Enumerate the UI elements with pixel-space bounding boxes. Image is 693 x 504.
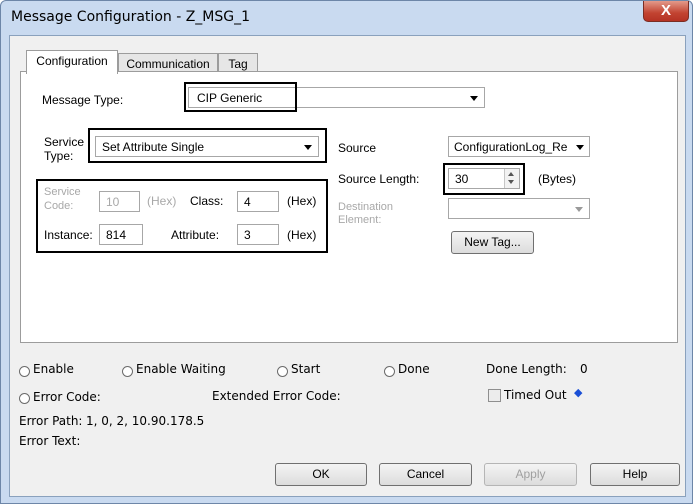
service-code-label-line2: Code:	[44, 200, 74, 212]
chevron-down-icon	[304, 145, 312, 150]
start-label: Start	[291, 362, 321, 376]
timed-out-label: Timed Out	[504, 388, 567, 402]
service-type-select[interactable]: Set Attribute Single	[95, 136, 319, 157]
enable-label: Enable	[33, 362, 74, 376]
enable-indicator	[19, 366, 30, 377]
attribute-unit: (Hex)	[287, 228, 317, 242]
attribute-label: Attribute:	[171, 228, 220, 242]
help-button[interactable]: Help	[590, 463, 680, 486]
source-value: ConfigurationLog_Re	[454, 140, 568, 154]
message-type-label: Message Type:	[42, 93, 124, 107]
error-text-label: Error Text:	[19, 434, 81, 448]
timed-out-checkbox	[488, 389, 501, 402]
class-field[interactable]: 4	[237, 191, 279, 212]
service-type-label-line1: Service	[44, 135, 85, 149]
apply-button[interactable]: Apply	[484, 463, 577, 486]
window-title: Message Configuration - Z_MSG_1	[11, 9, 251, 25]
done-length-value: 0	[580, 362, 588, 376]
done-length-label: Done Length:	[486, 362, 567, 376]
source-label: Source	[338, 141, 377, 155]
error-path-label: Error Path:	[19, 414, 83, 428]
message-type-select[interactable]: CIP Generic	[188, 87, 485, 108]
class-label: Class:	[190, 194, 224, 208]
source-length-field[interactable]: 30	[448, 168, 520, 189]
source-length-unit: (Bytes)	[538, 172, 577, 186]
chevron-down-icon	[470, 96, 478, 101]
attribute-field[interactable]: 3	[237, 224, 279, 245]
done-indicator	[384, 366, 395, 377]
destination-element-select[interactable]	[448, 198, 590, 219]
timed-out-arrow-icon: ◆	[574, 386, 583, 399]
class-unit: (Hex)	[287, 194, 317, 208]
enable-waiting-label: Enable Waiting	[136, 362, 226, 376]
ok-button[interactable]: OK	[275, 463, 367, 486]
service-code-field[interactable]: 10	[99, 191, 140, 212]
enable-waiting-indicator	[122, 366, 133, 377]
source-length-value: 30	[455, 172, 469, 186]
source-length-label: Source Length:	[338, 172, 420, 186]
instance-label: Instance:	[44, 228, 93, 242]
start-indicator	[277, 366, 288, 377]
error-code-indicator	[19, 393, 30, 404]
destination-label-line1: Destination	[338, 201, 394, 213]
done-label: Done	[398, 362, 430, 376]
chevron-down-icon	[576, 145, 584, 150]
spin-up-icon	[508, 172, 514, 176]
service-type-value: Set Attribute Single	[102, 140, 205, 154]
new-tag-button[interactable]: New Tag...	[451, 231, 534, 254]
instance-field[interactable]: 814	[99, 224, 143, 245]
tab-configuration[interactable]: Configuration	[26, 50, 118, 74]
error-code-label: Error Code:	[33, 390, 101, 404]
error-path-value: 1, 0, 2, 10.90.178.5	[86, 414, 205, 428]
source-select[interactable]: ConfigurationLog_Re	[448, 136, 590, 157]
destination-label-line2: Element:	[338, 214, 382, 226]
service-code-label-line1: Service	[44, 186, 81, 198]
message-type-value: CIP Generic	[197, 91, 263, 105]
spin-down-icon	[508, 180, 514, 184]
service-type-label-line2: Type:	[44, 149, 74, 163]
service-code-unit: (Hex)	[147, 194, 177, 208]
title-bar[interactable]: Message Configuration - Z_MSG_1 X	[1, 1, 692, 35]
cancel-button[interactable]: Cancel	[379, 463, 472, 486]
source-length-spinner[interactable]	[504, 169, 519, 188]
close-button[interactable]: X	[643, 1, 689, 22]
extended-error-code-label: Extended Error Code:	[212, 389, 341, 403]
chevron-down-icon	[575, 207, 583, 212]
